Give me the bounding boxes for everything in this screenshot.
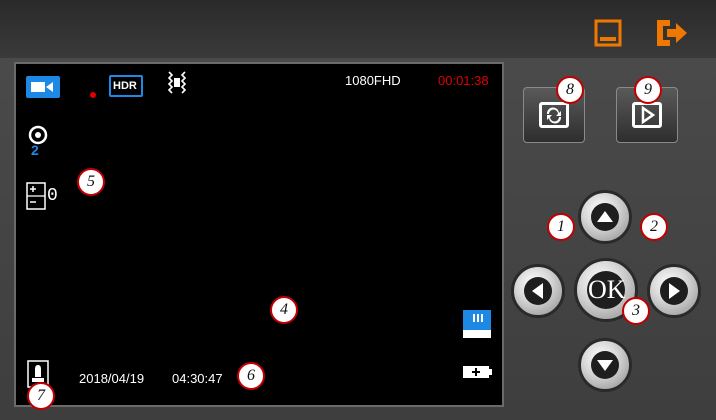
hdr-icon: HDR bbox=[109, 75, 143, 97]
record-dot-icon bbox=[90, 92, 96, 98]
right-button[interactable] bbox=[647, 264, 701, 318]
right-arrow-icon bbox=[660, 277, 688, 305]
exposure-icon: 0 bbox=[26, 182, 62, 210]
video-mode-icon bbox=[26, 76, 60, 98]
callout-4: 4 bbox=[270, 296, 298, 324]
callout-3: 3 bbox=[622, 297, 650, 325]
top-bar bbox=[0, 0, 716, 58]
motion-detect-icon bbox=[166, 70, 188, 96]
resolution-label: 1080FHD bbox=[345, 73, 401, 88]
left-button[interactable] bbox=[511, 264, 565, 318]
sd-card-icon bbox=[461, 308, 493, 340]
up-arrow-icon bbox=[591, 203, 619, 231]
switch-mode-icon bbox=[539, 102, 569, 128]
up-button[interactable] bbox=[578, 190, 632, 244]
minimize-icon[interactable] bbox=[593, 18, 623, 48]
down-button[interactable] bbox=[578, 338, 632, 392]
callout-5: 5 bbox=[77, 168, 105, 196]
left-arrow-icon bbox=[524, 277, 552, 305]
svg-text:2: 2 bbox=[31, 142, 39, 156]
camera-preview-screen: HDR 1080FHD 00:01:38 2 0 2018/04/19 04:3… bbox=[14, 62, 504, 407]
ok-label: OK bbox=[588, 275, 626, 304]
exposure-value: 0 bbox=[47, 186, 58, 206]
time-label: 04:30:47 bbox=[172, 371, 223, 386]
hdr-label: HDR bbox=[113, 80, 137, 92]
callout-9: 9 bbox=[634, 76, 662, 104]
exit-icon[interactable] bbox=[654, 17, 690, 49]
callout-7: 7 bbox=[27, 382, 55, 410]
recording-time: 00:01:38 bbox=[438, 73, 489, 88]
play-icon bbox=[632, 102, 662, 128]
callout-8: 8 bbox=[556, 76, 584, 104]
callout-1: 1 bbox=[547, 213, 575, 241]
down-arrow-icon bbox=[591, 351, 619, 379]
date-label: 2018/04/19 bbox=[79, 371, 145, 386]
loop-record-icon: 2 bbox=[25, 124, 51, 158]
battery-plug-icon bbox=[462, 364, 494, 380]
ok-inner: OK bbox=[587, 271, 626, 309]
callout-2: 2 bbox=[640, 213, 668, 241]
callout-6: 6 bbox=[237, 362, 265, 390]
